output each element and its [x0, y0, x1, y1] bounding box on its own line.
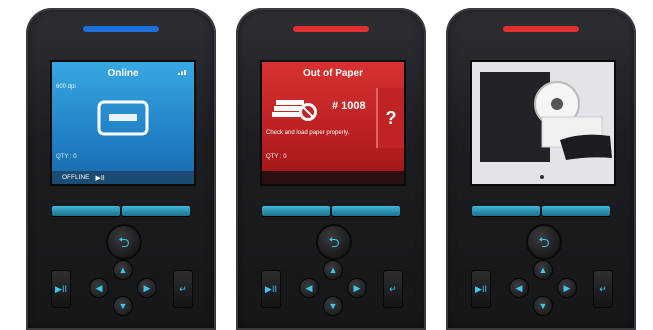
enter-button[interactable]: ↵: [593, 270, 613, 308]
display-screen: Out of Paper # 1008 Check and load paper…: [260, 60, 406, 186]
status-led: [503, 26, 579, 32]
right-button[interactable]: ▶: [347, 278, 367, 298]
up-button[interactable]: ▲: [533, 260, 553, 280]
arrow-right-icon: ▶: [563, 282, 571, 293]
error-message: Check and load paper properly.: [266, 130, 350, 136]
softkey-left[interactable]: [262, 206, 330, 216]
paper-stack-icon: [272, 100, 317, 121]
printer-panel-out-of-paper: Out of Paper # 1008 Check and load paper…: [236, 8, 426, 330]
quantity-label: QTY : 0: [266, 154, 287, 160]
arrow-left-icon: ◀: [95, 282, 103, 293]
ok-button[interactable]: ⮌: [526, 224, 562, 260]
display-screen: Online 600 dpi QTY : 0 OFFLINE ▶II: [50, 60, 196, 186]
arrow-up-icon: ▲: [538, 264, 548, 275]
arrow-up-icon: ▲: [118, 264, 128, 275]
enter-icon: ↵: [179, 283, 187, 294]
ok-button[interactable]: ⮌: [106, 224, 142, 260]
arrow-left-icon: ◀: [515, 282, 523, 293]
printer-panel-video: ⮌ ▲ ◀ ▶ ▼ ▶II ↵: [446, 8, 636, 330]
help-button[interactable]: ?: [376, 88, 404, 148]
printer-panel-online: Online 600 dpi QTY : 0 OFFLINE ▶II ⮌ ▲ ◀…: [26, 8, 216, 330]
wifi-icon: [178, 70, 186, 75]
enter-icon: ↵: [599, 283, 607, 294]
right-button[interactable]: ▶: [557, 278, 577, 298]
printer-video-icon: [472, 62, 614, 184]
down-button[interactable]: ▼: [113, 296, 133, 316]
display-screen: [470, 60, 616, 186]
screen-title: Out of Paper: [302, 68, 363, 79]
enter-button[interactable]: ↵: [383, 270, 403, 308]
arrow-right-icon: ▶: [353, 282, 361, 293]
up-button[interactable]: ▲: [113, 260, 133, 280]
return-icon: ⮌: [328, 234, 340, 250]
job-number: # 1008: [332, 100, 366, 112]
screen-footer[interactable]: OFFLINE ▶II: [52, 171, 194, 184]
play-pause-button[interactable]: ▶II: [261, 270, 281, 308]
return-icon: ⮌: [538, 234, 550, 250]
enter-button[interactable]: ↵: [173, 270, 193, 308]
screen-footer: [262, 171, 404, 184]
left-button[interactable]: ◀: [509, 278, 529, 298]
softkey-right[interactable]: [542, 206, 610, 216]
arrow-down-icon: ▼: [538, 300, 548, 311]
offline-label: OFFLINE: [62, 174, 90, 181]
left-button[interactable]: ◀: [299, 278, 319, 298]
arrow-right-icon: ▶: [143, 282, 151, 293]
quantity-label: QTY : 0: [56, 154, 77, 160]
up-button[interactable]: ▲: [323, 260, 343, 280]
play-pause-icon: ▶II: [265, 283, 277, 294]
right-button[interactable]: ▶: [137, 278, 157, 298]
play-pause-button[interactable]: ▶II: [51, 270, 71, 308]
down-button[interactable]: ▼: [533, 296, 553, 316]
play-pause-icon: ▶II: [95, 174, 105, 182]
arrow-left-icon: ◀: [305, 282, 313, 293]
resolution-label: 600 dpi: [56, 84, 76, 90]
play-pause-icon: ▶II: [475, 283, 487, 294]
left-button[interactable]: ◀: [89, 278, 109, 298]
return-icon: ⮌: [118, 234, 130, 250]
status-led: [293, 26, 369, 32]
softkey-right[interactable]: [122, 206, 190, 216]
play-pause-icon: ▶II: [55, 283, 67, 294]
down-button[interactable]: ▼: [323, 296, 343, 316]
softkey-left[interactable]: [52, 206, 120, 216]
softkey-right[interactable]: [332, 206, 400, 216]
ok-button[interactable]: ⮌: [316, 224, 352, 260]
softkey-left[interactable]: [472, 206, 540, 216]
play-pause-button[interactable]: ▶II: [471, 270, 491, 308]
status-led: [83, 26, 159, 32]
arrow-down-icon: ▼: [328, 300, 338, 311]
enter-icon: ↵: [389, 283, 397, 294]
arrow-up-icon: ▲: [328, 264, 338, 275]
printer-icon: [97, 100, 149, 136]
screen-title: Online: [107, 68, 139, 79]
arrow-down-icon: ▼: [118, 300, 128, 311]
